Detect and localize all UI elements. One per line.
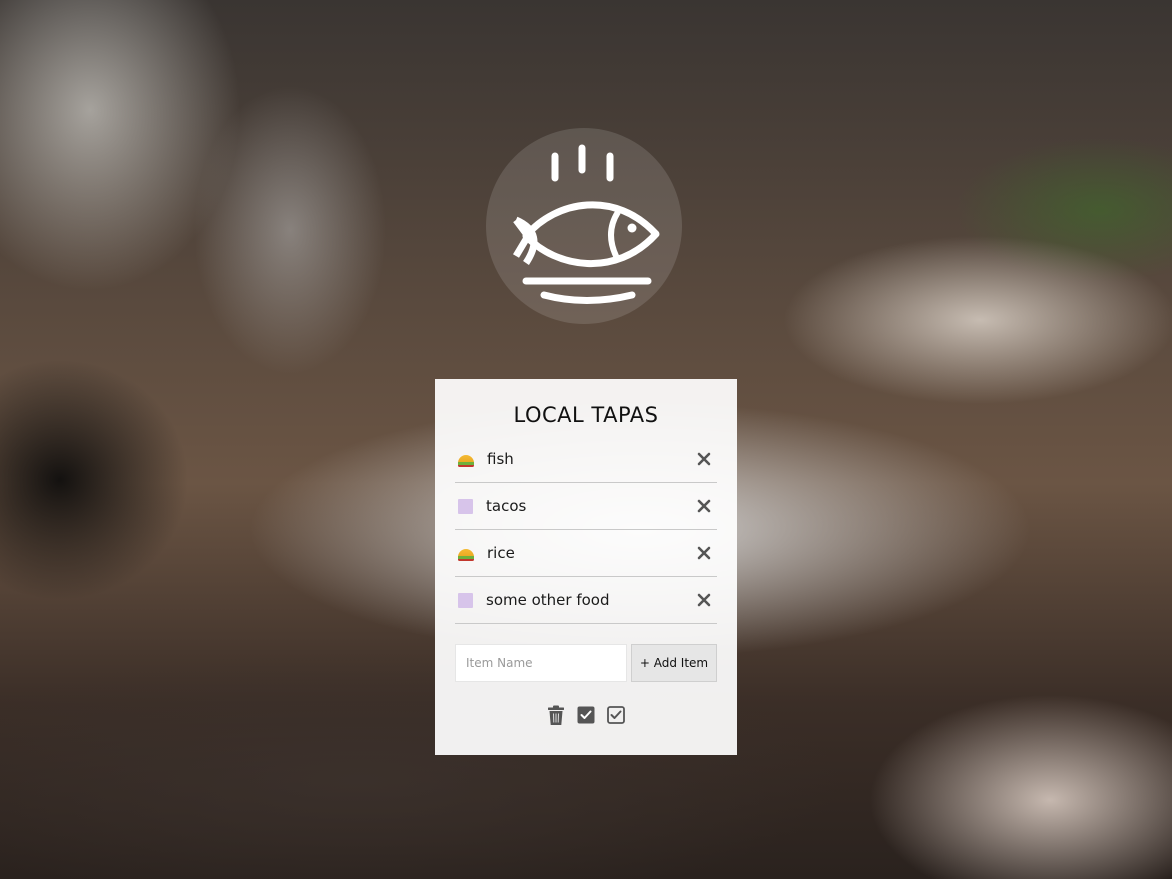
checkbox-checked-filled-icon[interactable] bbox=[576, 704, 596, 726]
fish-on-plate-logo bbox=[486, 128, 682, 324]
checkbox-checked-outline-icon[interactable] bbox=[606, 704, 626, 726]
fish-on-plate-icon bbox=[512, 144, 660, 304]
list-item: rice bbox=[455, 530, 717, 577]
lavender-square-icon bbox=[458, 592, 473, 608]
list-item-label: fish bbox=[487, 450, 514, 468]
add-item-form: + Add Item bbox=[455, 644, 717, 682]
close-icon[interactable] bbox=[693, 495, 715, 517]
checkbox-outline-glyph bbox=[607, 706, 625, 724]
close-icon-glyph bbox=[697, 593, 711, 607]
lavender-square-icon bbox=[458, 498, 473, 514]
trash-icon-glyph bbox=[548, 705, 564, 725]
close-icon[interactable] bbox=[693, 448, 715, 470]
tapas-list-card: LOCAL TAPAS fish tacos rice some other f bbox=[435, 379, 737, 755]
close-icon[interactable] bbox=[693, 589, 715, 611]
food-list: fish tacos rice some other food bbox=[455, 436, 717, 624]
checkbox-filled-glyph bbox=[577, 706, 595, 724]
list-item: tacos bbox=[455, 483, 717, 530]
close-icon-glyph bbox=[697, 546, 711, 560]
list-item: some other food bbox=[455, 577, 717, 624]
taco-icon bbox=[458, 549, 474, 561]
list-item-label: tacos bbox=[486, 497, 527, 515]
list-item: fish bbox=[455, 436, 717, 483]
trash-icon[interactable] bbox=[546, 704, 566, 726]
close-icon-glyph bbox=[697, 452, 711, 466]
item-name-input[interactable] bbox=[455, 644, 627, 682]
list-item-label: rice bbox=[487, 544, 515, 562]
close-icon-glyph bbox=[697, 499, 711, 513]
bulk-actions-toolbar bbox=[455, 704, 717, 726]
add-item-button[interactable]: + Add Item bbox=[631, 644, 717, 682]
taco-icon bbox=[458, 455, 474, 467]
close-icon[interactable] bbox=[693, 542, 715, 564]
app-title: LOCAL TAPAS bbox=[513, 403, 659, 427]
list-item-label: some other food bbox=[486, 591, 610, 609]
